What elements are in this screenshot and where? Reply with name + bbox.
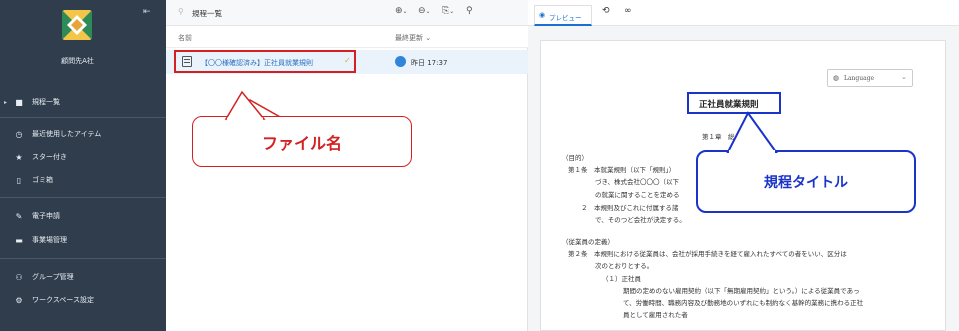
tab-preview[interactable]: ◉ プレビュー xyxy=(534,5,592,26)
sidebar-item-label: 事業場管理 xyxy=(32,236,67,244)
sidebar-item-label: スター付き xyxy=(32,153,67,161)
sidebar-item-label: グループ管理 xyxy=(32,273,74,281)
preview-pane: ◉ プレビュー ⟲ ∞ ◍ Language ⌄ 正社員就業規則 第１章 総 （… xyxy=(528,0,959,331)
doc-line: 期間の定めのない雇用契約（以下「無期雇用契約」という。）による従業員であっ xyxy=(623,287,860,295)
sidebar-item-label: 電子申請 xyxy=(32,212,60,220)
gear-icon: ⚙ xyxy=(15,295,23,305)
sidebar-item-workspace-settings[interactable]: ⚙ ワークスペース設定 xyxy=(0,290,166,310)
search-icon[interactable]: ⚲ xyxy=(466,6,473,16)
add-icon[interactable]: ⊕⌄ xyxy=(395,6,408,16)
sidebar-item-label: ゴミ箱 xyxy=(32,176,53,184)
sidebar-item-recent[interactable]: ◷ 最近使用したアイテム xyxy=(0,124,166,144)
sidebar-item-groups[interactable]: ⚇ グループ管理 xyxy=(0,267,166,287)
sidebar-divider xyxy=(0,197,166,198)
sidebar-item-e-application[interactable]: ✎ 電子申請 xyxy=(0,206,166,226)
doc-line: （１）正社員 xyxy=(602,275,641,283)
sidebar-item-label: 規程一覧 xyxy=(32,98,60,106)
file-name-callout: ファイル名 xyxy=(192,116,412,167)
company-name: 顧問先A社 xyxy=(61,57,94,65)
folder-icon: ■ xyxy=(15,97,23,107)
callout-tail xyxy=(224,90,266,120)
e-application-icon: ✎ xyxy=(15,211,23,221)
column-headers: 名前 最終更新 ⌄ xyxy=(166,26,528,48)
sidebar-item-label: 最近使用したアイテム xyxy=(32,130,102,138)
sidebar-item-starred[interactable]: ★ スター付き xyxy=(0,147,166,167)
doc-line: （従業員の定義） xyxy=(562,238,614,246)
doc-line: 第１条 本就業規則（以下「規則」） xyxy=(568,166,676,174)
group-icon: ⚇ xyxy=(15,272,23,282)
remove-icon[interactable]: ⊖⌄ xyxy=(418,6,431,16)
sidebar-divider xyxy=(0,117,166,118)
callout-tail xyxy=(726,111,778,153)
doc-line: の就業に関することを定める xyxy=(595,191,680,199)
eye-icon: ◉ xyxy=(539,11,546,19)
preview-tabs: ◉ プレビュー ⟲ ∞ xyxy=(528,0,959,26)
sidebar-divider xyxy=(0,258,166,259)
trash-icon: ▯ xyxy=(16,175,22,185)
doc-line: 第２条 本規則における従業員は、会社が採用手続きを経て雇入れたすべての者をいい、… xyxy=(568,250,847,258)
doc-line: （目的） xyxy=(562,154,588,162)
tab-preview-label: プレビュー xyxy=(549,14,582,22)
doc-line: て、労働時間、職務内容及び勤務地のいずれにも制約なく基幹的業務に携わる正社 xyxy=(623,299,864,307)
doc-line: 次のとおりとする。 xyxy=(595,262,654,270)
column-name[interactable]: 名前 xyxy=(178,33,192,43)
doc-title: 正社員就業規則 xyxy=(699,100,759,110)
pin-icon[interactable]: ⚲ xyxy=(178,7,184,16)
expand-caret-icon[interactable]: ▸ xyxy=(4,99,7,106)
doc-title-callout: 規程タイトル xyxy=(696,150,916,213)
office-icon: ▬ xyxy=(15,235,23,245)
updated-time: 昨日 17:37 xyxy=(411,59,448,67)
globe-icon: ◍ xyxy=(833,74,840,82)
doc-line: で、そのつど会社が決定する。 xyxy=(595,216,686,224)
sidebar: ⇤ 顧問先A社 ▸ ■ 規程一覧 ◷ 最近使用したアイテム ★ スター付き ▯ … xyxy=(0,0,166,331)
chevron-down-icon: ⌄ xyxy=(901,73,907,81)
file-name-highlight xyxy=(174,50,356,73)
list-header-bar: ⚲ 規程一覧 ⊕⌄ ⊖⌄ ⎘⌄ ⚲ xyxy=(166,0,528,26)
collapse-sidebar-icon[interactable]: ⇤ xyxy=(143,7,151,17)
sidebar-item-trash[interactable]: ▯ ゴミ箱 xyxy=(0,170,166,190)
sidebar-item-rules-list[interactable]: ▸ ■ 規程一覧 xyxy=(0,92,166,112)
star-icon: ★ xyxy=(15,152,23,162)
column-updated[interactable]: 最終更新 ⌄ xyxy=(395,33,431,43)
doc-line: づき、株式会社〇〇〇（以下 xyxy=(595,178,680,186)
language-label: Language xyxy=(844,75,875,82)
sidebar-item-label: ワークスペース設定 xyxy=(32,296,94,304)
language-select[interactable]: ◍ Language ⌄ xyxy=(827,69,913,87)
history-icon[interactable]: ⟲ xyxy=(602,6,610,16)
clock-icon: ◷ xyxy=(15,129,23,139)
rules-list-pane: ⚲ 規程一覧 ⊕⌄ ⊖⌄ ⎘⌄ ⚲ 名前 最終更新 ⌄ 【〇〇様確認済み】正社員… xyxy=(166,0,528,331)
company-logo xyxy=(62,10,92,40)
export-icon[interactable]: ⎘⌄ xyxy=(442,6,454,16)
doc-line: 員として雇用された者 xyxy=(623,311,688,319)
list-title: 規程一覧 xyxy=(192,9,222,18)
sidebar-item-office[interactable]: ▬ 事業場管理 xyxy=(0,230,166,250)
link-icon[interactable]: ∞ xyxy=(624,6,632,16)
user-avatar xyxy=(395,56,406,67)
doc-line: ２ 本規則及びこれに付属する諸 xyxy=(581,204,679,212)
